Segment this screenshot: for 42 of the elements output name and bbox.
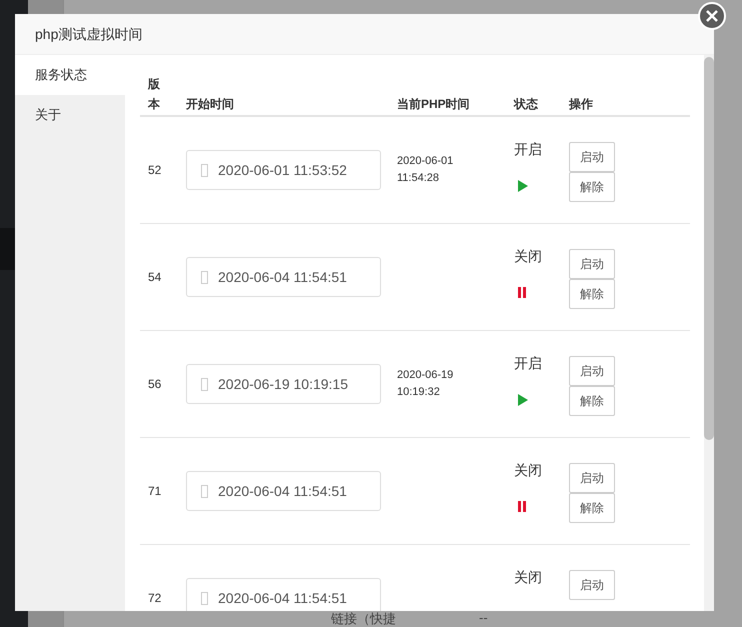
page-text: 链接（快捷 <box>331 611 397 626</box>
column-header: 当前PHP时间 <box>397 96 471 113</box>
version-cell-text: 71 <box>147 483 162 500</box>
status-text: 关闭 <box>514 247 543 266</box>
release-button[interactable]: 解除 <box>569 172 615 202</box>
status-text: 关闭 <box>514 568 543 587</box>
start-button[interactable]: 启动 <box>569 142 615 172</box>
dialog-title: php测试虚拟时间 <box>35 24 142 44</box>
sidebar-tab[interactable]: 服务状态 <box>15 55 125 95</box>
scrollbar-thumb[interactable] <box>704 57 714 440</box>
column-header: 状态 <box>514 96 539 113</box>
status-text: 开启 <box>514 354 543 373</box>
glyph-box-icon <box>201 484 208 498</box>
glyph-box-icon <box>201 592 208 604</box>
page-text: -- <box>479 610 488 625</box>
glyph-box-icon <box>201 378 208 390</box>
version-cell-text: 72 <box>147 590 162 607</box>
php-time-cell-text: 2020-06-19 10:19:32 <box>397 368 454 400</box>
date-input-field[interactable]: 2020-06-04 11:54:51 <box>186 257 381 297</box>
status-text: 开启 <box>514 140 543 159</box>
php-time-cell-text: 2020-06-01 11:54:28 <box>397 154 454 186</box>
glyph-box-icon <box>201 164 208 176</box>
column-header: 开始时间 <box>186 96 235 113</box>
start-button[interactable]: 启动 <box>569 356 615 386</box>
start-button[interactable]: 启动 <box>569 463 615 493</box>
version-cell-text: 56 <box>147 376 162 393</box>
date-input-field[interactable]: 2020-06-01 11:53:52 <box>186 150 381 190</box>
version-cell-text: 54 <box>147 269 162 286</box>
start-button[interactable]: 启动 <box>569 570 615 600</box>
close-icon <box>706 10 718 22</box>
release-button[interactable]: 解除 <box>569 279 615 309</box>
column-header: 操作 <box>569 96 593 113</box>
version-cell-text: 52 <box>147 162 162 179</box>
release-button[interactable]: 解除 <box>569 493 615 523</box>
start-button[interactable]: 启动 <box>569 249 615 279</box>
glyph-box-icon <box>201 270 208 284</box>
date-input-field[interactable]: 2020-06-04 11:54:51 <box>186 471 381 511</box>
release-button[interactable]: 解除 <box>569 386 615 416</box>
column-header: 版本 <box>146 76 161 113</box>
date-input-field[interactable]: 2020-06-04 11:54:51 <box>186 578 381 611</box>
date-input-field[interactable]: 2020-06-19 10:19:15 <box>186 364 381 404</box>
status-text: 关闭 <box>514 461 543 480</box>
